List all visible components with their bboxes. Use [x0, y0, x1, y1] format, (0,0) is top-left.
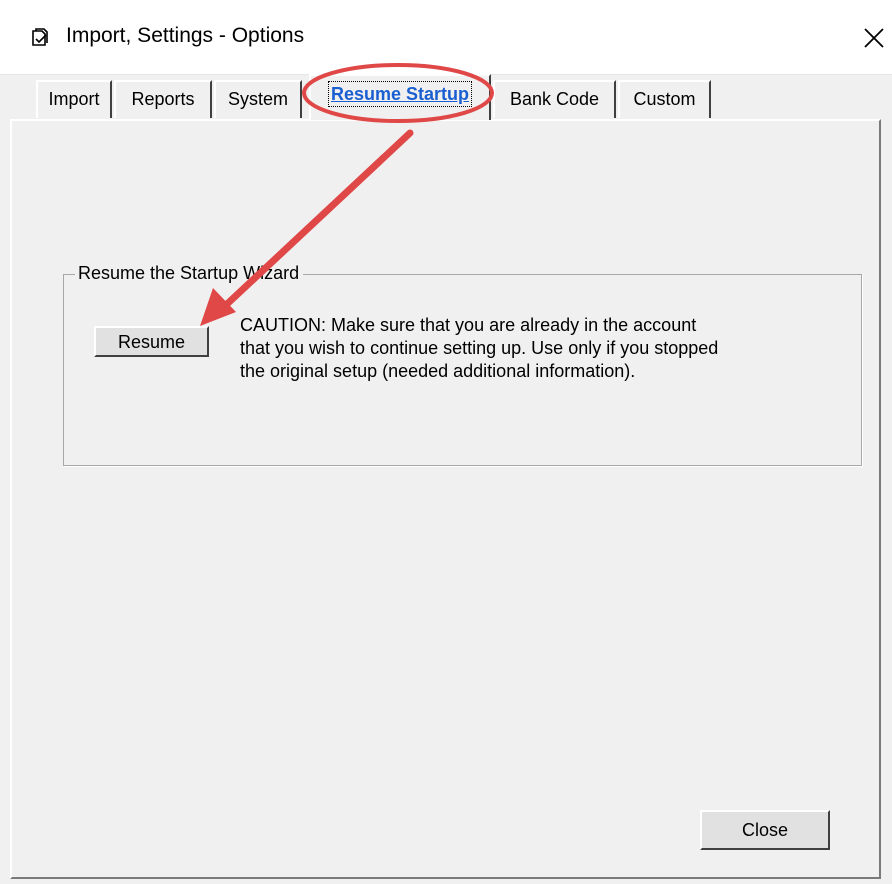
options-dialog: Import, Settings - Options Import Report… [0, 0, 892, 884]
window-app-icon [32, 28, 48, 46]
tab-custom[interactable]: Custom [618, 80, 711, 118]
tab-label: Custom [633, 89, 696, 109]
caution-text: CAUTION: Make sure that you are already … [240, 314, 840, 383]
tab-bank-code[interactable]: Bank Code [493, 80, 616, 118]
tab-strip: Import Reports System Resume Startup Ban… [0, 74, 892, 120]
tab-label: Reports [131, 89, 195, 109]
tab-label: Resume Startup [327, 81, 473, 107]
close-icon [864, 28, 884, 48]
resume-button[interactable]: Resume [94, 326, 209, 357]
window-close-button[interactable] [852, 18, 892, 58]
window-title: Import, Settings - Options [66, 24, 305, 47]
caution-line: the original setup (needed additional in… [240, 361, 636, 381]
close-button[interactable]: Close [700, 810, 830, 850]
caution-line: CAUTION: Make sure that you are already … [240, 315, 697, 335]
tab-import[interactable]: Import [36, 80, 112, 118]
tab-reports[interactable]: Reports [114, 80, 212, 118]
resume-startup-panel [10, 119, 881, 879]
tab-system[interactable]: System [214, 80, 302, 118]
tab-resume-startup[interactable]: Resume Startup [309, 74, 491, 120]
caution-line: that you wish to continue setting up. Us… [240, 338, 719, 358]
tab-label: Import [48, 89, 100, 109]
tab-label: Bank Code [509, 89, 600, 109]
tab-label: System [227, 89, 288, 109]
group-title: Resume the Startup Wizard [75, 263, 304, 284]
title-bar: Import, Settings - Options [0, 0, 892, 75]
